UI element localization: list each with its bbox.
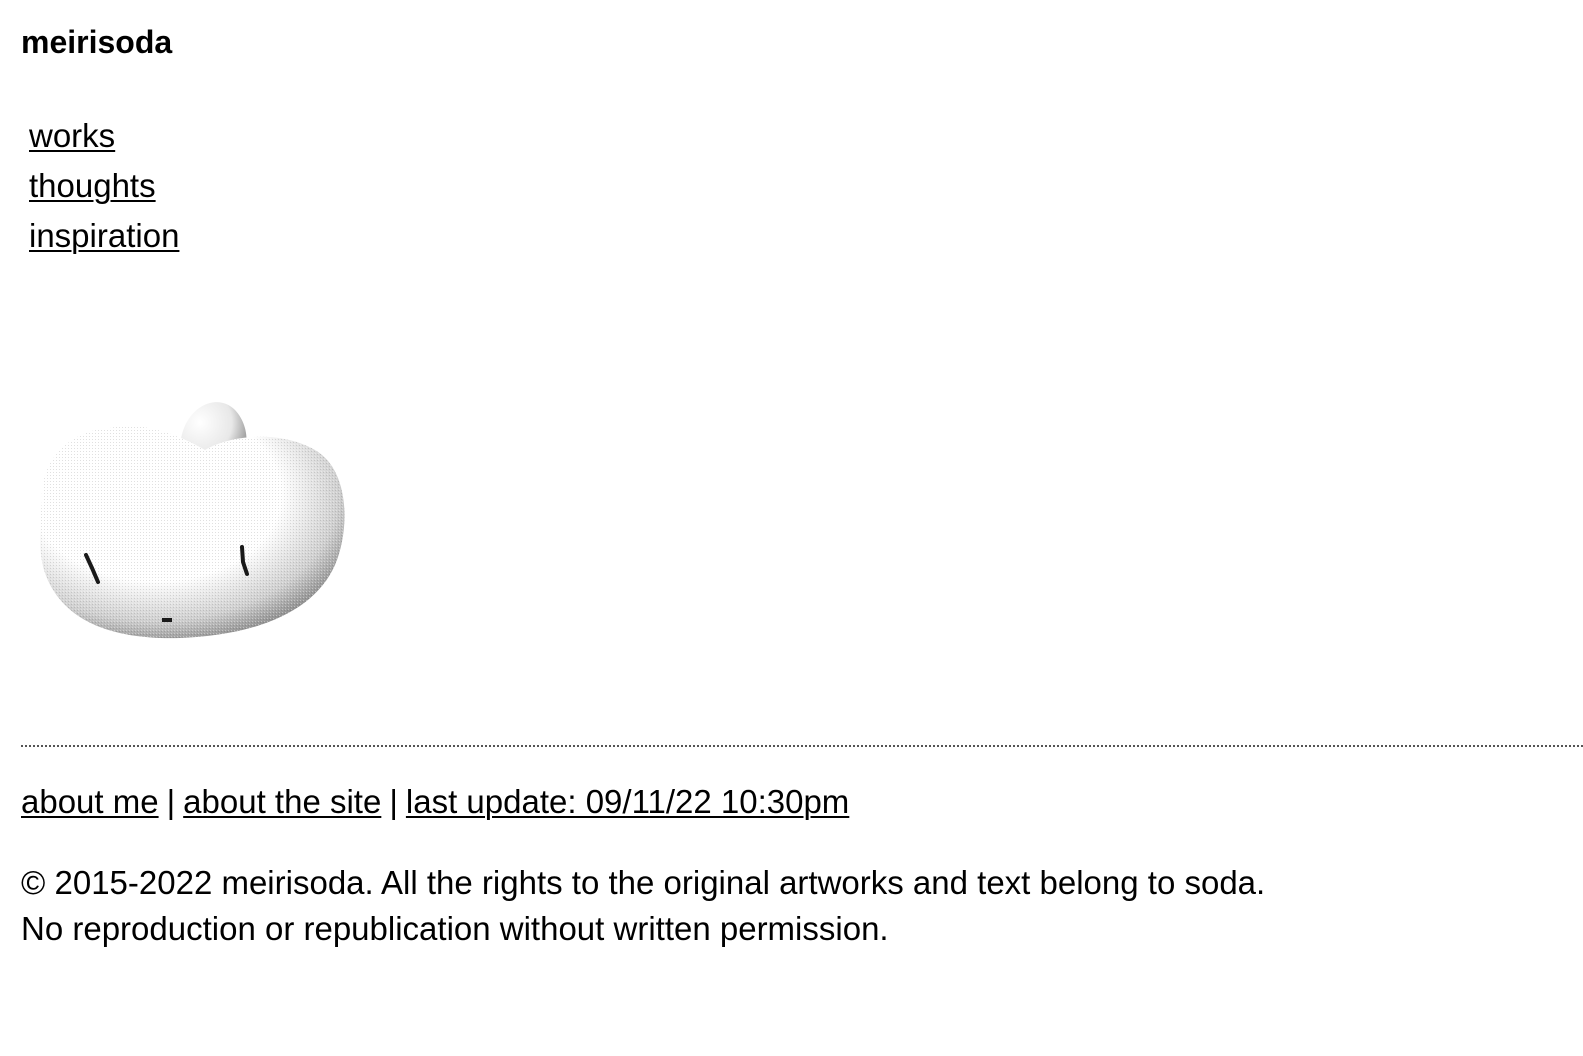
main-nav: works thoughts inspiration	[29, 114, 179, 264]
nav-item-thoughts: thoughts	[29, 164, 179, 214]
mascot-mouth	[162, 618, 172, 622]
site-title: meirisoda	[21, 24, 173, 60]
nav-item-works: works	[29, 114, 179, 164]
copyright-line-2: No reproduction or republication without…	[21, 910, 889, 947]
nav-item-inspiration: inspiration	[29, 214, 179, 264]
dithered-blob-creature-icon	[40, 402, 345, 639]
footer-divider	[21, 745, 1583, 747]
nav-link-inspiration[interactable]: inspiration	[29, 217, 179, 254]
copyright-notice: © 2015-2022 meirisoda. All the rights to…	[21, 860, 1265, 952]
footer-separator: |	[389, 783, 398, 820]
copyright-line-1: © 2015-2022 meirisoda. All the rights to…	[21, 864, 1266, 901]
footer-links: about me | about the site | last update: 09/…	[21, 780, 849, 824]
nav-link-thoughts[interactable]: thoughts	[29, 167, 156, 204]
last-update-link[interactable]: last update: 09/11/22 10:30pm	[406, 783, 849, 820]
nav-link-works[interactable]: works	[29, 117, 115, 154]
about-me-link[interactable]: about me	[21, 783, 159, 820]
about-site-link[interactable]: about the site	[183, 783, 381, 820]
footer-separator: |	[166, 783, 176, 820]
